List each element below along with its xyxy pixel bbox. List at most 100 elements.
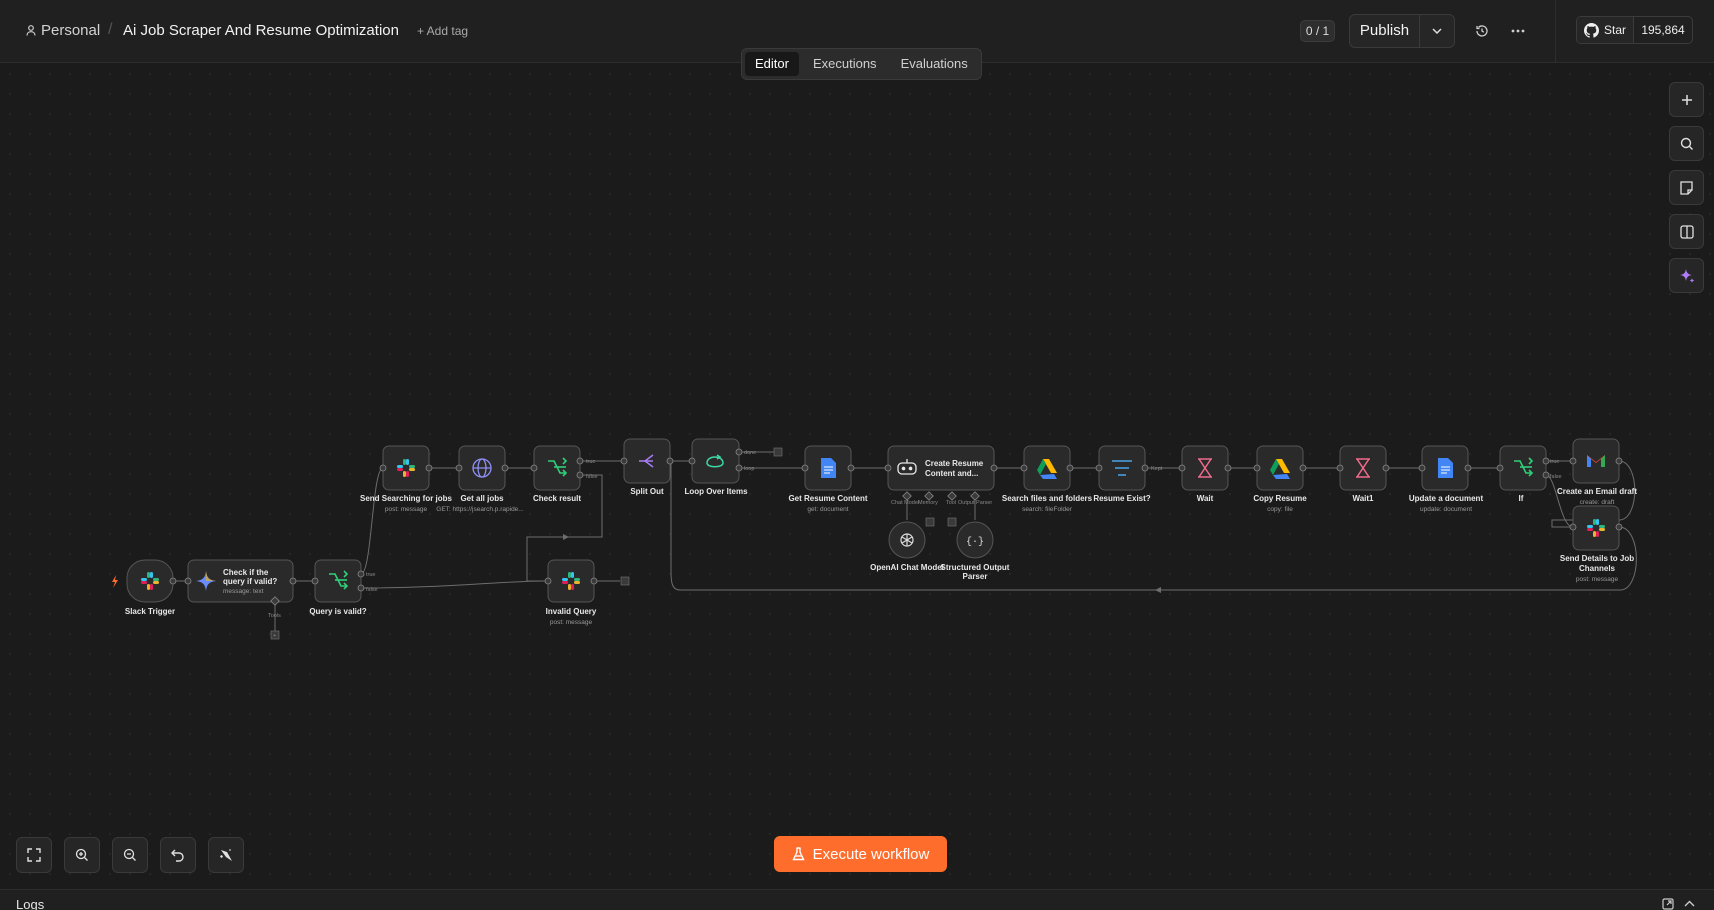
fit-view-button[interactable] xyxy=(16,837,52,873)
chat-model-port: Chat Model xyxy=(891,500,919,506)
node-resume-exist[interactable]: Resume Exist? Kept xyxy=(1093,445,1163,503)
zoom-in-button[interactable] xyxy=(64,837,100,873)
add-sticky-button[interactable] xyxy=(1669,170,1704,205)
node-sub: post: message xyxy=(550,619,593,626)
node-wait[interactable]: Wait xyxy=(1181,445,1229,503)
node-label-1: Create Resume xyxy=(925,459,984,468)
node-update-doc[interactable]: Update a document update: document xyxy=(1409,445,1484,513)
node-copy-resume[interactable]: Copy Resume copy: file xyxy=(1253,445,1307,513)
undo-icon xyxy=(171,849,184,862)
google-docs-icon xyxy=(821,458,836,478)
braces-icon: {·} xyxy=(966,536,984,548)
memory-port: Memory xyxy=(918,500,938,506)
node-label: Search files and folders xyxy=(1002,494,1093,503)
kept-output-label: Kept xyxy=(1151,466,1163,472)
false-output-label: false xyxy=(1550,474,1562,480)
toggle-panel-button[interactable] xyxy=(1669,214,1704,249)
node-label: Create an Email draft xyxy=(1557,487,1637,496)
node-label: Check result xyxy=(533,494,581,503)
tool-port: Tool xyxy=(946,500,956,506)
google-docs-icon xyxy=(1438,458,1453,478)
execute-workflow-button[interactable]: Execute workflow xyxy=(774,836,947,872)
tidy-icon xyxy=(220,849,232,861)
done-output-label: done xyxy=(744,450,756,456)
svg-text:+: + xyxy=(273,633,276,639)
logs-controls xyxy=(1662,898,1695,910)
popout-icon[interactable] xyxy=(1662,898,1674,910)
tidy-up-button[interactable] xyxy=(208,837,244,873)
node-label: Resume Exist? xyxy=(1093,494,1150,503)
node-get-resume[interactable]: Get Resume Content get: document xyxy=(788,445,868,513)
node-label: Copy Resume xyxy=(1253,494,1307,503)
canvas-right-toolbar xyxy=(1669,82,1704,293)
zoom-out-icon xyxy=(123,848,136,861)
node-label: Split Out xyxy=(630,487,664,496)
node-check-result[interactable]: Check result true false xyxy=(533,445,598,503)
true-output-label: true xyxy=(586,459,595,465)
node-label-2: Parser xyxy=(963,572,988,581)
node-structured-parser[interactable]: {·} Structured Output Parser xyxy=(941,521,1010,581)
zoom-in-icon xyxy=(75,848,88,861)
node-label: Update a document xyxy=(1409,494,1484,503)
node-if[interactable]: If true false xyxy=(1499,445,1562,503)
node-query-valid[interactable]: Query is valid? true false xyxy=(309,559,378,616)
node-label-2: query if valid? xyxy=(223,577,277,586)
canvas-zoom-toolbar xyxy=(16,837,244,873)
node-label: Send Searching for jobs xyxy=(360,494,453,503)
node-label: OpenAI Chat Model xyxy=(870,563,944,572)
node-label: Wait xyxy=(1197,494,1214,503)
node-sub: update: document xyxy=(1420,506,1472,513)
panel-icon xyxy=(1679,224,1694,239)
chevron-up-icon[interactable] xyxy=(1684,898,1695,910)
false-output-label: false xyxy=(366,587,378,593)
tools-port-label: Tools xyxy=(268,613,281,619)
node-label-2: Content and... xyxy=(925,469,978,478)
node-label: If xyxy=(1519,494,1524,503)
node-label-1: Structured Output xyxy=(941,563,1010,572)
node-label-1: Send Details to Job xyxy=(1560,554,1634,563)
ai-assistant-button[interactable] xyxy=(1669,258,1704,293)
add-node-button[interactable] xyxy=(1669,82,1704,117)
logs-panel-bar[interactable]: Logs xyxy=(0,889,1714,910)
node-label: Loop Over Items xyxy=(684,487,748,496)
node-wait1[interactable]: Wait1 xyxy=(1339,445,1387,503)
false-output-label: false xyxy=(586,474,598,480)
search-nodes-button[interactable] xyxy=(1669,126,1704,161)
sparkle-icon xyxy=(1679,268,1694,283)
undo-button[interactable] xyxy=(160,837,196,873)
node-sub: post: message xyxy=(385,506,428,513)
node-label: Get all jobs xyxy=(460,494,504,503)
node-sub: search: fileFolder xyxy=(1022,506,1073,513)
node-sub: post: message xyxy=(1576,576,1619,583)
output-parser-port: Output Parser xyxy=(958,500,992,506)
node-openai-model[interactable]: OpenAI Chat Model xyxy=(870,521,944,572)
node-label: Get Resume Content xyxy=(788,494,867,503)
sticky-note-icon xyxy=(1680,180,1693,195)
fit-view-icon xyxy=(27,848,41,862)
loop-output-label: loop xyxy=(744,466,754,472)
trigger-bolt-icon xyxy=(112,575,118,588)
node-search-files[interactable]: Search files and folders search: fileFol… xyxy=(1002,445,1093,513)
zoom-out-button[interactable] xyxy=(112,837,148,873)
node-sub: get: document xyxy=(807,506,848,513)
node-label: Slack Trigger xyxy=(125,607,175,616)
flask-icon xyxy=(792,847,805,861)
node-label-1: Check if the xyxy=(223,568,269,577)
node-sub: message: text xyxy=(223,588,264,595)
node-label: Invalid Query xyxy=(546,607,597,616)
node-send-details[interactable]: Send Details to Job Channels post: messa… xyxy=(1560,505,1634,583)
true-output-label: true xyxy=(366,572,375,578)
node-create-resume[interactable]: Create Resume Content and... Chat Model … xyxy=(887,445,995,527)
node-sub: copy: file xyxy=(1267,506,1293,513)
true-output-label: true xyxy=(1550,459,1559,465)
node-invalid-query[interactable]: Invalid Query post: message xyxy=(546,559,630,626)
node-label: Wait1 xyxy=(1352,494,1374,503)
node-email-draft[interactable]: Create an Email draft create: draft xyxy=(1557,438,1637,506)
node-label: Query is valid? xyxy=(309,607,366,616)
node-send-searching[interactable]: Send Searching for jobs post: message xyxy=(360,445,453,513)
plus-icon xyxy=(1681,94,1692,105)
logs-label: Logs xyxy=(16,897,45,910)
node-sub: GET: https://jsearch.p.rapide... xyxy=(436,506,524,513)
node-slack-trigger[interactable]: Slack Trigger xyxy=(125,559,175,616)
node-split-out[interactable]: Split Out xyxy=(623,438,671,496)
